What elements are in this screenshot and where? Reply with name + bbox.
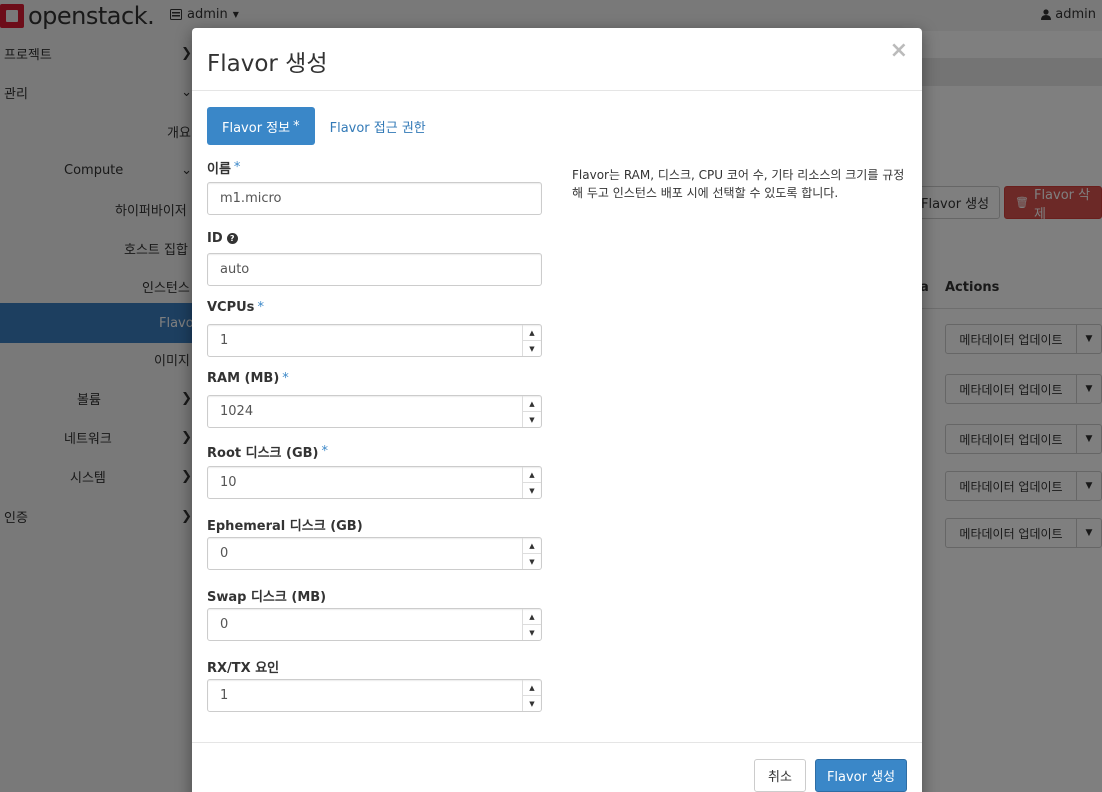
decrement-icon[interactable]: ▼ xyxy=(523,554,541,569)
rxtx-spinner[interactable]: ▲ ▼ xyxy=(522,680,541,711)
vcpus-input[interactable]: 1 ▲ ▼ xyxy=(207,324,542,357)
root-disk-input[interactable]: 10 ▲ ▼ xyxy=(207,466,542,499)
label-text: VCPUs xyxy=(207,300,255,315)
increment-icon[interactable]: ▲ xyxy=(523,680,541,696)
submit-create-flavor-button[interactable]: Flavor 생성 xyxy=(815,759,907,792)
input-value: 0 xyxy=(220,546,229,561)
question-icon[interactable]: ? xyxy=(226,233,238,244)
cancel-button[interactable]: 취소 xyxy=(754,759,806,792)
swap-spinner[interactable]: ▲ ▼ xyxy=(522,609,541,640)
close-icon[interactable]: × xyxy=(890,38,908,63)
label-text: Swap 디스크 (MB) xyxy=(207,590,327,605)
input-value: 0 xyxy=(220,617,229,632)
decrement-icon[interactable]: ▼ xyxy=(523,483,541,498)
decrement-icon[interactable]: ▼ xyxy=(523,625,541,640)
label-text: ID xyxy=(207,231,223,246)
input-value: 1024 xyxy=(220,404,254,419)
root-disk-spinner[interactable]: ▲ ▼ xyxy=(522,467,541,498)
decrement-icon[interactable]: ▼ xyxy=(523,341,541,356)
required-marker: * xyxy=(282,371,289,386)
tab-label: Flavor 정보 xyxy=(222,120,291,136)
ephemeral-spinner[interactable]: ▲ ▼ xyxy=(522,538,541,569)
swap-disk-input[interactable]: 0 ▲ ▼ xyxy=(207,608,542,641)
ram-label: RAM (MB) * xyxy=(207,371,289,386)
name-input[interactable]: m1.micro xyxy=(207,182,542,215)
modal-footer: 취소 Flavor 생성 xyxy=(192,742,922,792)
ephemeral-disk-input[interactable]: 0 ▲ ▼ xyxy=(207,537,542,570)
tab-label: Flavor 접근 권한 xyxy=(329,120,426,136)
root-disk-label: Root 디스크 (GB) * xyxy=(207,442,328,461)
label-text: RAM (MB) xyxy=(207,371,280,386)
modal-title: Flavor 생성 xyxy=(207,51,328,77)
required-marker: * xyxy=(321,444,328,459)
decrement-icon[interactable]: ▼ xyxy=(523,412,541,427)
required-marker: * xyxy=(293,118,300,134)
label-text: 이름 xyxy=(207,162,231,177)
flavor-description: Flavor는 RAM, 디스크, CPU 코어 수, 기타 리소스의 크기를 … xyxy=(572,168,905,200)
ephemeral-disk-label: Ephemeral 디스크 (GB) xyxy=(207,515,363,534)
id-label: ID ? xyxy=(207,231,238,246)
ram-input[interactable]: 1024 ▲ ▼ xyxy=(207,395,542,428)
required-marker: * xyxy=(257,300,264,315)
input-value: m1.micro xyxy=(220,191,282,206)
name-label: 이름 * xyxy=(207,158,240,177)
input-value: auto xyxy=(220,262,250,277)
input-value: 10 xyxy=(220,475,237,490)
input-value: 1 xyxy=(220,688,229,703)
increment-icon[interactable]: ▲ xyxy=(523,396,541,412)
decrement-icon[interactable]: ▼ xyxy=(523,696,541,711)
create-flavor-modal: Flavor 생성 × Flavor 정보 * Flavor 접근 권한 이름 … xyxy=(192,28,922,792)
input-value: 1 xyxy=(220,333,229,348)
ram-spinner[interactable]: ▲ ▼ xyxy=(522,396,541,427)
label-text: Root 디스크 (GB) xyxy=(207,446,319,461)
increment-icon[interactable]: ▲ xyxy=(523,609,541,625)
modal-tabs: Flavor 정보 * Flavor 접근 권한 xyxy=(207,107,441,145)
vcpus-label: VCPUs * xyxy=(207,300,264,315)
id-input[interactable]: auto xyxy=(207,253,542,286)
vcpus-spinner[interactable]: ▲ ▼ xyxy=(522,325,541,356)
tab-flavor-info[interactable]: Flavor 정보 * xyxy=(207,107,315,145)
rxtx-factor-label: RX/TX 요인 xyxy=(207,657,279,676)
required-marker: * xyxy=(233,160,241,175)
increment-icon[interactable]: ▲ xyxy=(523,325,541,341)
swap-disk-label: Swap 디스크 (MB) xyxy=(207,586,326,605)
label-text: Ephemeral 디스크 (GB) xyxy=(207,519,363,534)
increment-icon[interactable]: ▲ xyxy=(523,538,541,554)
increment-icon[interactable]: ▲ xyxy=(523,467,541,483)
rxtx-factor-input[interactable]: 1 ▲ ▼ xyxy=(207,679,542,712)
label-text: RX/TX 요인 xyxy=(207,661,280,676)
modal-header: Flavor 생성 × xyxy=(192,28,922,91)
tab-flavor-access[interactable]: Flavor 접근 권한 xyxy=(315,107,441,145)
